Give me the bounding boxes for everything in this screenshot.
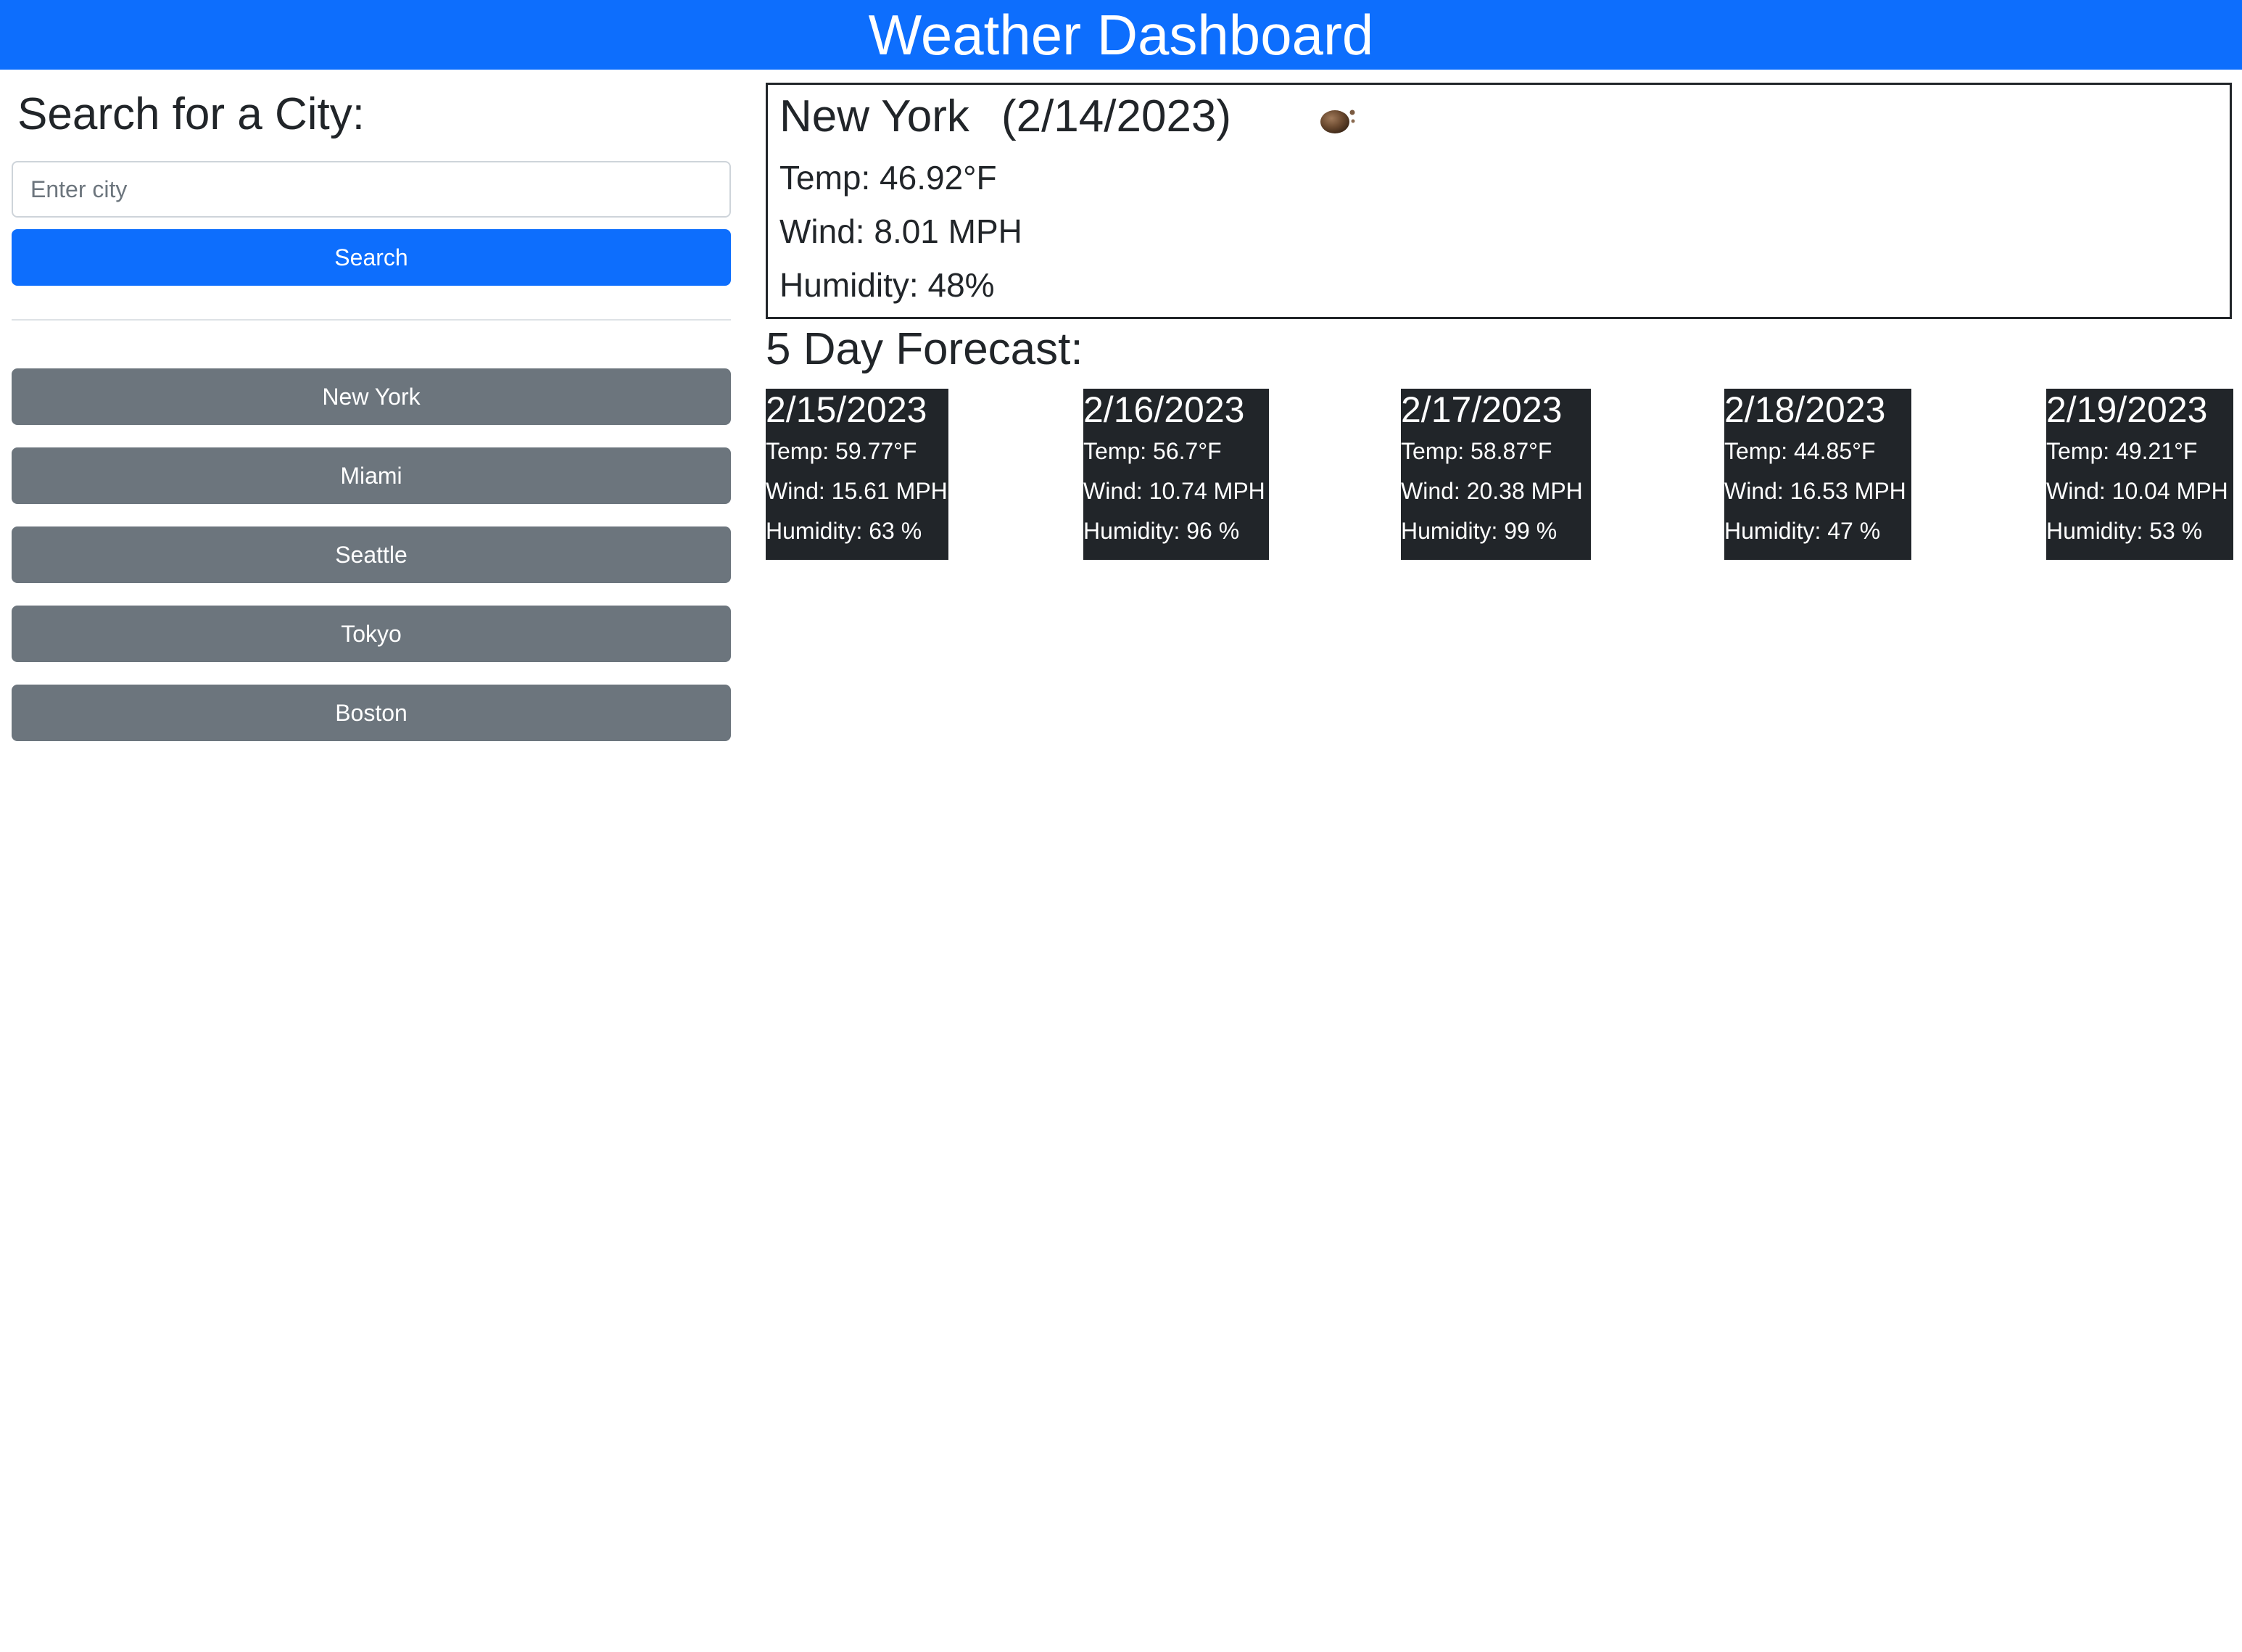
current-weather-panel: New York (2/14/2023) Temp: 46.92°F Wind: … [766,83,2232,319]
forecast-humidity: Humidity: 53 % [2046,518,2203,544]
divider [12,319,731,321]
forecast-temp: Temp: 49.21°F [2046,438,2198,464]
forecast-date: 2/19/2023 [2046,389,2208,430]
forecast-temp: Temp: 59.77°F [766,438,917,464]
current-humidity: Humidity: 48% [779,266,995,304]
forecast-card: 2/18/2023 Temp: 44.85°F Wind: 16.53 MPH … [1724,389,1911,560]
forecast-card: 2/19/2023 Temp: 49.21°F Wind: 10.04 MPH … [2046,389,2233,560]
clouds-icon [1320,110,1355,133]
forecast-humidity: Humidity: 99 % [1401,518,1558,544]
current-temp: Temp: 46.92°F [779,159,997,197]
forecast-title: 5 Day Forecast: [766,324,1083,374]
forecast-wind: Wind: 10.04 MPH [2046,478,2228,504]
forecast-date: 2/15/2023 [766,389,927,430]
page-header: Weather Dashboard [0,0,2242,70]
forecast-card: 2/17/2023 Temp: 58.87°F Wind: 20.38 MPH … [1401,389,1591,560]
history-button-new-york[interactable]: New York [12,368,731,425]
city-search-input[interactable] [12,161,731,218]
forecast-humidity: Humidity: 63 % [766,518,922,544]
current-date: (2/14/2023) [1001,91,1232,141]
forecast-humidity: Humidity: 96 % [1083,518,1240,544]
forecast-temp: Temp: 56.7°F [1083,438,1222,464]
forecast-date: 2/17/2023 [1401,389,1563,430]
current-weather-heading: New York (2/14/2023) [779,88,1231,146]
page-title: Weather Dashboard [868,3,1374,67]
search-button[interactable]: Search [12,229,731,286]
forecast-temp: Temp: 58.87°F [1401,438,1552,464]
forecast-wind: Wind: 20.38 MPH [1401,478,1583,504]
history-button-miami[interactable]: Miami [12,447,731,504]
forecast-wind: Wind: 15.61 MPH [766,478,948,504]
forecast-card: 2/15/2023 Temp: 59.77°F Wind: 15.61 MPH … [766,389,948,560]
current-city: New York [779,91,969,141]
history-button-boston[interactable]: Boston [12,685,731,741]
history-button-seattle[interactable]: Seattle [12,526,731,583]
forecast-temp: Temp: 44.85°F [1724,438,1876,464]
forecast-card: 2/16/2023 Temp: 56.7°F Wind: 10.74 MPH H… [1083,389,1269,560]
current-wind: Wind: 8.01 MPH [779,212,1022,250]
forecast-wind: Wind: 16.53 MPH [1724,478,1906,504]
history-button-tokyo[interactable]: Tokyo [12,606,731,662]
forecast-humidity: Humidity: 47 % [1724,518,1881,544]
forecast-wind: Wind: 10.74 MPH [1083,478,1265,504]
search-history-list: New York Miami Seattle Tokyo Boston [12,368,731,764]
forecast-date: 2/18/2023 [1724,389,1886,430]
forecast-date: 2/16/2023 [1083,389,1245,430]
search-title: Search for a City: [17,89,365,139]
